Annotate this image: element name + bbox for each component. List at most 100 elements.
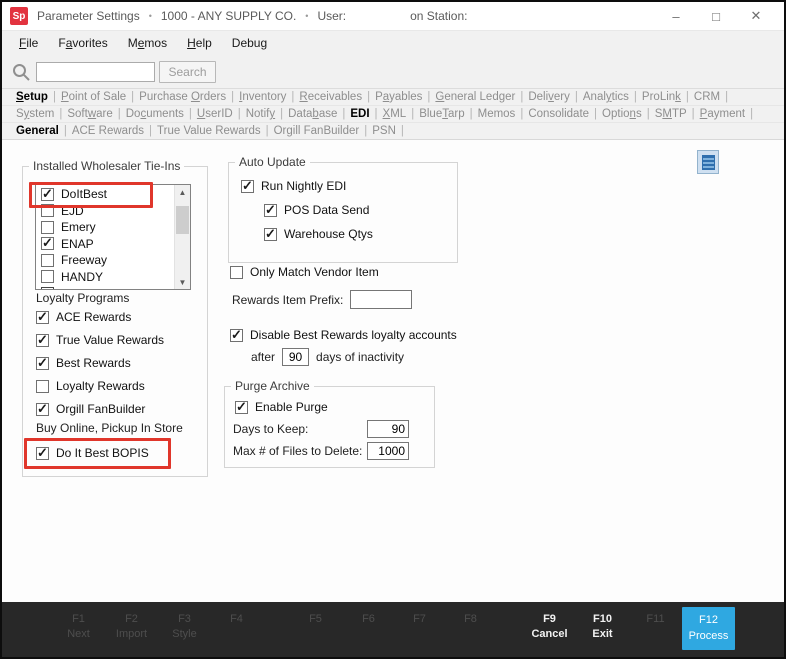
fnkey-f1[interactable]: F1Next xyxy=(52,612,105,643)
scroll-up-icon[interactable]: ▲ xyxy=(175,185,190,199)
checkbox-ejd[interactable] xyxy=(41,204,54,217)
tab-crm[interactable]: CRM xyxy=(689,91,725,103)
checkbox-warehouse-qtys[interactable] xyxy=(264,228,277,241)
checkbox-row-enable-purge[interactable]: Enable Purge xyxy=(235,400,328,414)
memo-notes-icon[interactable] xyxy=(697,150,719,174)
tab-delivery[interactable]: Delivery xyxy=(523,91,575,103)
rewards-item-prefix-input[interactable] xyxy=(350,290,412,309)
menu-file[interactable]: File xyxy=(9,36,48,50)
tab-psn[interactable]: PSN xyxy=(367,125,401,137)
inactivity-days-input[interactable] xyxy=(282,348,309,366)
field-input-max-of-files-to-delete[interactable] xyxy=(367,442,409,460)
tab-inventory[interactable]: Inventory xyxy=(234,91,291,103)
title-bar: Sp Parameter Settings • 1000 - ANY SUPPL… xyxy=(2,2,784,30)
checkbox-row-orgill-fanbuilder[interactable]: Orgill FanBuilder xyxy=(36,402,164,416)
tab-ace-rewards[interactable]: ACE Rewards xyxy=(67,125,149,137)
menu-memos[interactable]: Memos xyxy=(118,36,177,50)
menu-debug[interactable]: Debug xyxy=(222,36,277,50)
field-row-max-of-files-to-delete: Max # of Files to Delete: xyxy=(233,440,409,462)
menu-help[interactable]: Help xyxy=(177,36,222,50)
tab-point-of-sale[interactable]: Point of Sale xyxy=(56,91,131,103)
checkbox-row-ejd[interactable]: EJD xyxy=(36,203,173,220)
field-input-days-to-keep[interactable] xyxy=(367,420,409,438)
checkbox-label: Emery xyxy=(61,220,96,234)
close-button[interactable]: ✕ xyxy=(736,8,776,24)
tab-payment[interactable]: Payment xyxy=(695,108,750,120)
checkbox-only-match-vendor-item[interactable] xyxy=(230,266,243,279)
checkbox-row-handy[interactable]: HANDY xyxy=(36,269,173,286)
tab-general-ledger[interactable]: General Ledger xyxy=(430,91,520,103)
tab-system[interactable]: System xyxy=(11,108,59,120)
tab-purchase-orders[interactable]: Purchase Orders xyxy=(134,91,231,103)
tab-setup[interactable]: Setup xyxy=(11,91,53,103)
tab-general[interactable]: General xyxy=(11,125,64,137)
checkbox-doitbest[interactable] xyxy=(41,188,54,201)
checkbox-handy[interactable] xyxy=(41,270,54,283)
checkbox-enable-purge[interactable] xyxy=(235,401,248,414)
tab-receivables[interactable]: Receivables xyxy=(294,91,367,103)
tab-smtp[interactable]: SMTP xyxy=(650,108,692,120)
tab-payables[interactable]: Payables xyxy=(370,91,427,103)
checkbox-row-ace-rewards[interactable]: ACE Rewards xyxy=(36,310,164,324)
checkbox-row-emery[interactable]: Emery xyxy=(36,219,173,236)
fnkey-label: Cancel xyxy=(523,627,576,642)
checkbox-row-freeway[interactable]: Freeway xyxy=(36,252,173,269)
checkbox-best-rewards[interactable] xyxy=(36,357,49,370)
checkbox-freeway[interactable] xyxy=(41,254,54,267)
checkbox-row-best-rewards[interactable]: Best Rewards xyxy=(36,356,164,370)
tab-database[interactable]: Database xyxy=(283,108,342,120)
fnkey-f3[interactable]: F3Style xyxy=(158,612,211,643)
tab-xml[interactable]: XML xyxy=(378,108,412,120)
tab-orgill-fanbuilder[interactable]: Orgill FanBuilder xyxy=(269,125,365,137)
checkbox-row-loyalty-rewards[interactable]: Loyalty Rewards xyxy=(36,379,164,393)
tab-notify[interactable]: Notify xyxy=(241,108,280,120)
tab-memos[interactable]: Memos xyxy=(473,108,521,120)
maximize-button[interactable]: □ xyxy=(696,9,736,24)
checkbox-loyalty-rewards[interactable] xyxy=(36,380,49,393)
search-button[interactable]: Search xyxy=(159,61,216,83)
fnkey-f12[interactable]: F12Process xyxy=(682,607,735,650)
purge-fields: Days to Keep:Max # of Files to Delete: xyxy=(233,418,409,462)
checkbox-enap[interactable] xyxy=(41,237,54,250)
tab-analytics[interactable]: Analytics xyxy=(578,91,634,103)
fnkey-f10[interactable]: F10Exit xyxy=(576,612,629,643)
tab-userid[interactable]: UserID xyxy=(192,108,238,120)
tab-prolink[interactable]: ProLink xyxy=(637,91,686,103)
fnkey-f5: F5 xyxy=(289,612,342,627)
checkbox-ace-rewards[interactable] xyxy=(36,311,49,324)
fnkey-f9[interactable]: F9Cancel xyxy=(523,612,576,643)
fnkey-f2[interactable]: F2Import xyxy=(105,612,158,643)
tab-consolidate[interactable]: Consolidate xyxy=(523,108,594,120)
tab-software[interactable]: Software xyxy=(62,108,117,120)
checkbox-row-disable-best-rewards-loyalty-accounts[interactable]: Disable Best Rewards loyalty accounts xyxy=(230,328,457,342)
tab-edi[interactable]: EDI xyxy=(345,108,374,120)
checkbox-row-warehouse-qtys[interactable]: Warehouse Qtys xyxy=(264,227,373,241)
listbox-scrollbar[interactable]: ▲ ▼ xyxy=(174,185,190,289)
checkbox-row-run-nightly-edi[interactable]: Run Nightly EDI xyxy=(241,179,373,193)
menu-favorites[interactable]: Favorites xyxy=(48,36,117,50)
checkbox-row-doitbest[interactable]: DoItBest xyxy=(36,186,173,203)
minimize-button[interactable]: – xyxy=(656,9,696,24)
checkbox-row-pos-data-send[interactable]: POS Data Send xyxy=(264,203,373,217)
tab-true-value-rewards[interactable]: True Value Rewards xyxy=(152,125,266,137)
checkbox-disable-best-rewards-loyalty-accounts[interactable] xyxy=(230,329,243,342)
checkbox-row-do-it-best-bopis[interactable]: Do It Best BOPIS xyxy=(36,446,168,460)
tab-documents[interactable]: Documents xyxy=(121,108,189,120)
scroll-down-icon[interactable]: ▼ xyxy=(175,275,190,289)
highlight-bopis: Do It Best BOPIS xyxy=(24,438,171,469)
search-input[interactable] xyxy=(36,62,155,82)
checkbox-pos-data-send[interactable] xyxy=(264,204,277,217)
checkbox-row-only-match-vendor-item[interactable]: Only Match Vendor Item xyxy=(230,265,379,279)
checkbox-run-nightly-edi[interactable] xyxy=(241,180,254,193)
tab-options[interactable]: Options xyxy=(597,108,647,120)
checkbox-true-value-rewards[interactable] xyxy=(36,334,49,347)
scrollbar-thumb[interactable] xyxy=(176,206,189,234)
checkbox-row-true-value-rewards[interactable]: True Value Rewards xyxy=(36,333,164,347)
checkbox-row-enap[interactable]: ENAP xyxy=(36,236,173,253)
checkbox-emery[interactable] xyxy=(41,221,54,234)
wholesaler-listbox[interactable]: DoItBestEJDEmery ENAPFreewayHANDY ▲ ▼ xyxy=(35,184,191,290)
checkbox-label: Loyalty Rewards xyxy=(56,379,145,393)
tab-bluetarp[interactable]: BlueTarp xyxy=(414,108,469,120)
checkbox-do-it-best-bopis[interactable] xyxy=(36,447,49,460)
checkbox-orgill-fanbuilder[interactable] xyxy=(36,403,49,416)
